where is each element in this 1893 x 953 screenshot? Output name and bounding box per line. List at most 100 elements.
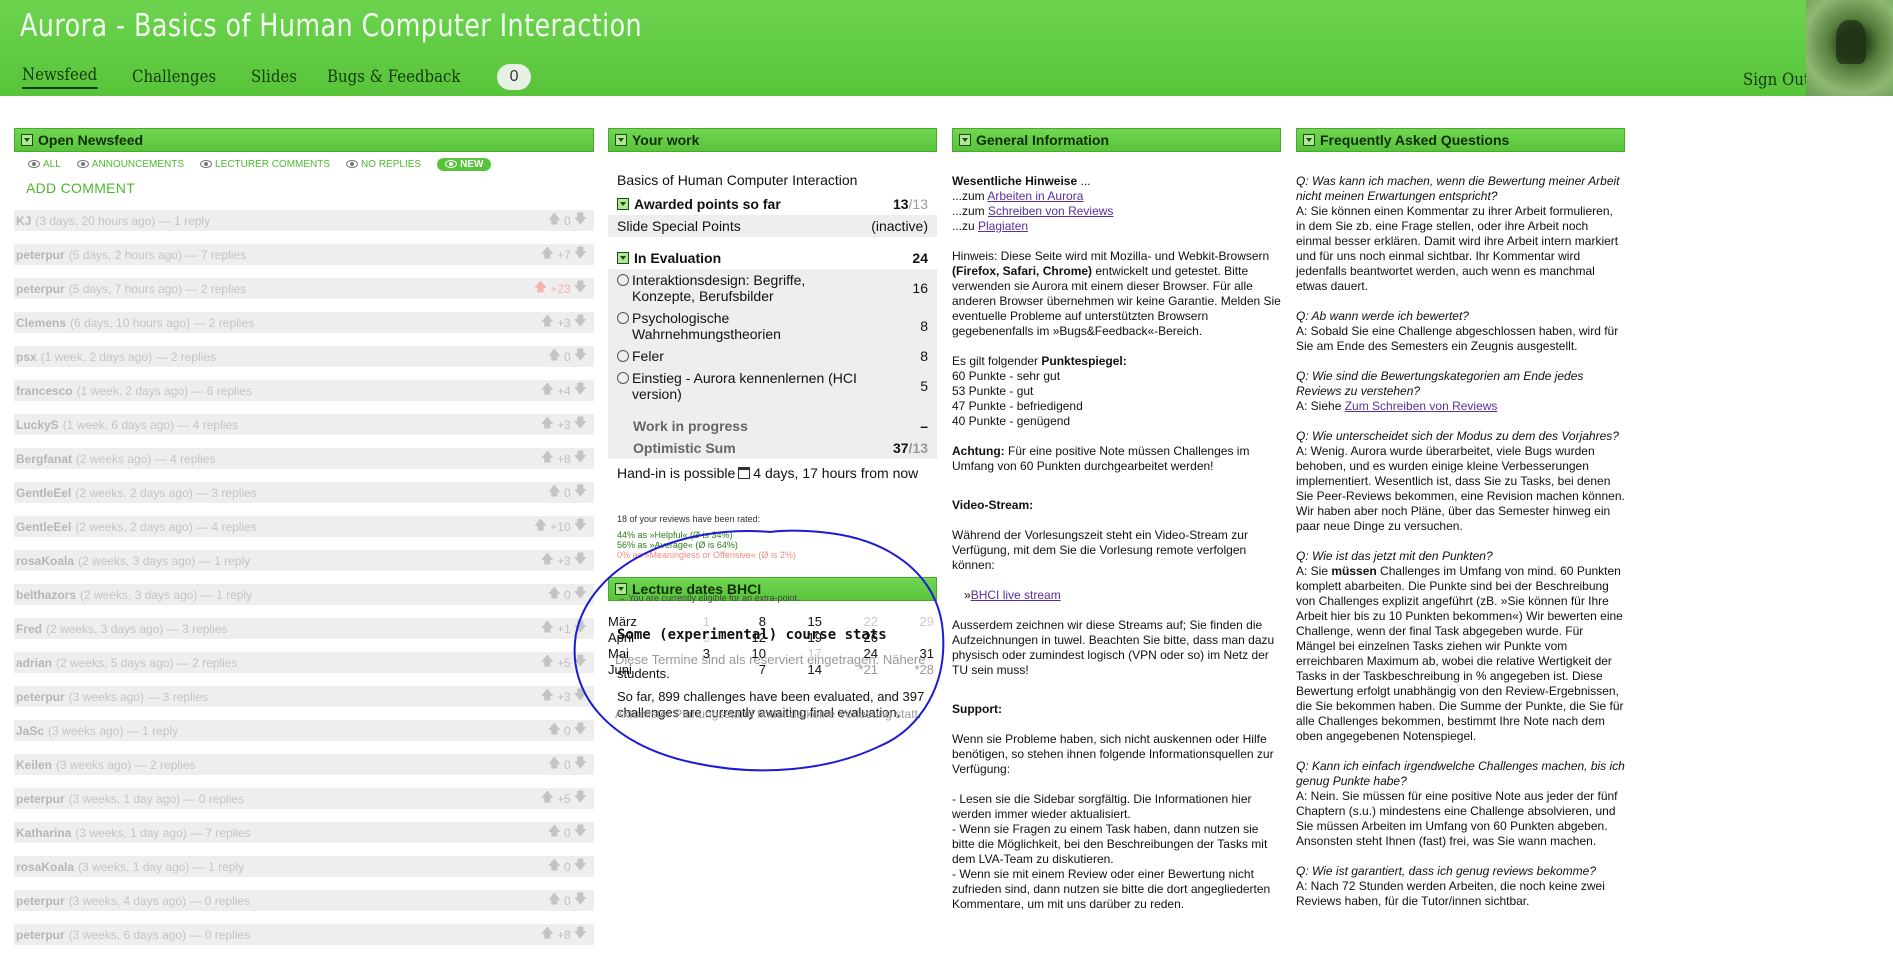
upvote-icon[interactable]: 🡅 <box>541 380 554 402</box>
downvote-icon[interactable]: 🡇 <box>574 720 587 742</box>
feed-author[interactable]: psx <box>16 350 37 364</box>
upvote-icon[interactable]: 🡅 <box>541 414 554 436</box>
feed-author[interactable]: adrian <box>16 656 52 670</box>
feed-author[interactable]: Bergfanat <box>16 452 72 466</box>
downvote-icon[interactable]: 🡇 <box>574 788 587 810</box>
filter-no-replies[interactable]: NO REPLIES <box>346 159 421 170</box>
nav-bugs-feedback[interactable]: Bugs & Feedback <box>327 67 460 87</box>
feed-author[interactable]: Clemens <box>16 316 66 330</box>
upvote-icon[interactable]: 🡅 <box>541 788 554 810</box>
newsfeed-item[interactable]: francesco (1 week, 2 days ago) — 6 replie… <box>14 380 594 401</box>
upvote-icon[interactable]: 🡅 <box>534 278 547 300</box>
feed-author[interactable]: rosaKoala <box>16 860 74 874</box>
eval-item[interactable]: Interaktionsdesign: Begriffe, Konzepte, … <box>617 269 937 307</box>
upvote-icon[interactable]: 🡅 <box>548 822 561 844</box>
newsfeed-item[interactable]: GentleEel (2 weeks, 2 days ago) — 4 repli… <box>14 516 594 537</box>
awarded-points-row[interactable]: Awarded points so far 13/13 <box>617 193 937 215</box>
feed-author[interactable]: JaSc <box>16 724 44 738</box>
feed-author[interactable]: rosaKoala <box>16 554 74 568</box>
eval-item[interactable]: Einstieg - Aurora kennenlernen (HCI vers… <box>617 367 937 405</box>
upvote-icon[interactable]: 🡅 <box>541 312 554 334</box>
downvote-icon[interactable]: 🡇 <box>574 482 587 504</box>
newsfeed-item[interactable]: peterpur (5 days, 7 hours ago) — 2 replie… <box>14 278 594 299</box>
newsfeed-header[interactable]: Open Newsfeed <box>14 128 594 152</box>
downvote-icon[interactable]: 🡇 <box>574 312 587 334</box>
upvote-icon[interactable]: 🡅 <box>548 856 561 878</box>
newsfeed-item[interactable]: peterpur (3 weeks, 4 days ago) — 0 replie… <box>14 890 594 911</box>
faq-header[interactable]: Frequently Asked Questions <box>1296 128 1625 152</box>
feed-author[interactable]: peterpur <box>16 690 65 704</box>
nav-slides[interactable]: Slides <box>251 67 297 87</box>
feed-author[interactable]: peterpur <box>16 928 65 942</box>
filter-announcements[interactable]: ANNOUNCEMENTS <box>76 159 184 170</box>
newsfeed-item[interactable]: Fred (2 weeks, 3 days ago) — 3 replies 🡅 +1… <box>14 618 594 639</box>
downvote-icon[interactable]: 🡇 <box>574 822 587 844</box>
upvote-icon[interactable]: 🡅 <box>548 754 561 776</box>
stream-link[interactable]: BHCI live stream <box>971 588 1061 602</box>
upvote-icon[interactable]: 🡅 <box>534 516 547 538</box>
link-arbeiten[interactable]: Arbeiten in Aurora <box>987 189 1083 203</box>
feed-author[interactable]: LuckyS <box>16 418 59 432</box>
upvote-icon[interactable]: 🡅 <box>541 924 554 946</box>
collapse-icon[interactable] <box>615 134 627 146</box>
upvote-icon[interactable]: 🡅 <box>548 482 561 504</box>
downvote-icon[interactable]: 🡇 <box>574 890 587 912</box>
link-plagiaten[interactable]: Plagiaten <box>978 219 1028 233</box>
newsfeed-item[interactable]: peterpur (5 days, 2 hours ago) — 7 replie… <box>14 244 594 265</box>
downvote-icon[interactable]: 🡇 <box>574 210 587 232</box>
eval-item[interactable]: Feler 8 <box>617 345 937 367</box>
upvote-icon[interactable]: 🡅 <box>548 346 561 368</box>
downvote-icon[interactable]: 🡇 <box>574 346 587 368</box>
collapse-icon[interactable] <box>1303 134 1315 146</box>
upvote-icon[interactable]: 🡅 <box>541 686 554 708</box>
feed-author[interactable]: belthazors <box>16 588 76 602</box>
newsfeed-item[interactable]: Katharina (3 weeks, 1 day ago) — 7 replie… <box>14 822 594 843</box>
in-evaluation-row[interactable]: In Evaluation 24 <box>617 247 937 269</box>
feed-author[interactable]: peterpur <box>16 282 65 296</box>
newsfeed-item[interactable]: belthazors (2 weeks, 3 days ago) — 1 repl… <box>14 584 594 605</box>
your-work-header[interactable]: Your work <box>608 128 937 152</box>
eval-item[interactable]: Psychologische Wahrnehmungstheorien 8 <box>617 307 937 345</box>
nav-newsfeed[interactable]: Newsfeed <box>22 65 98 89</box>
upvote-icon[interactable]: 🡅 <box>548 210 561 232</box>
newsfeed-item[interactable]: peterpur (3 weeks, 6 days ago) — 0 replie… <box>14 924 594 945</box>
upvote-icon[interactable]: 🡅 <box>548 890 561 912</box>
upvote-icon[interactable]: 🡅 <box>541 550 554 572</box>
downvote-icon[interactable]: 🡇 <box>574 686 587 708</box>
downvote-icon[interactable]: 🡇 <box>574 856 587 878</box>
downvote-icon[interactable]: 🡇 <box>574 754 587 776</box>
link-reviews[interactable]: Schreiben von Reviews <box>988 204 1113 218</box>
collapse-icon[interactable] <box>617 198 629 210</box>
filter-all[interactable]: ALL <box>28 159 61 170</box>
newsfeed-item[interactable]: rosaKoala (2 weeks, 3 days ago) — 1 reply… <box>14 550 594 571</box>
feed-author[interactable]: KJ <box>16 214 31 228</box>
newsfeed-item[interactable]: LuckyS (1 week, 6 days ago) — 4 replies 🡅 +… <box>14 414 594 435</box>
newsfeed-item[interactable]: Clemens (6 days, 10 hours ago) — 2 replie… <box>14 312 594 333</box>
feed-author[interactable]: GentleEel <box>16 486 71 500</box>
sign-out-link[interactable]: Sign Out <box>1743 70 1810 90</box>
downvote-icon[interactable]: 🡇 <box>574 448 587 470</box>
newsfeed-item[interactable]: adrian (2 weeks, 5 days ago) — 2 replies 🡅… <box>14 652 594 673</box>
downvote-icon[interactable]: 🡇 <box>574 380 587 402</box>
upvote-icon[interactable]: 🡅 <box>548 720 561 742</box>
avatar[interactable] <box>1806 0 1893 96</box>
upvote-icon[interactable]: 🡅 <box>541 652 554 674</box>
downvote-icon[interactable]: 🡇 <box>574 550 587 572</box>
feed-author[interactable]: peterpur <box>16 792 65 806</box>
newsfeed-item[interactable]: peterpur (3 weeks ago) — 3 replies 🡅 +3 🡇 <box>14 686 594 707</box>
filter-new[interactable]: NEW <box>437 157 492 171</box>
newsfeed-item[interactable]: rosaKoala (3 weeks, 1 day ago) — 1 reply 🡅… <box>14 856 594 877</box>
downvote-icon[interactable]: 🡇 <box>574 652 587 674</box>
upvote-icon[interactable]: 🡅 <box>541 618 554 640</box>
feed-author[interactable]: GentleEel <box>16 520 71 534</box>
downvote-icon[interactable]: 🡇 <box>574 278 587 300</box>
newsfeed-item[interactable]: JaSc (3 weeks ago) — 1 reply 🡅 0 🡇 <box>14 720 594 741</box>
upvote-icon[interactable]: 🡅 <box>541 244 554 266</box>
upvote-icon[interactable]: 🡅 <box>548 584 561 606</box>
newsfeed-item[interactable]: peterpur (3 weeks, 1 day ago) — 0 replies… <box>14 788 594 809</box>
collapse-icon[interactable] <box>617 252 629 264</box>
feed-author[interactable]: peterpur <box>16 894 65 908</box>
newsfeed-item[interactable]: GentleEel (2 weeks, 2 days ago) — 3 repli… <box>14 482 594 503</box>
upvote-icon[interactable]: 🡅 <box>541 448 554 470</box>
nav-challenges[interactable]: Challenges <box>132 67 216 87</box>
